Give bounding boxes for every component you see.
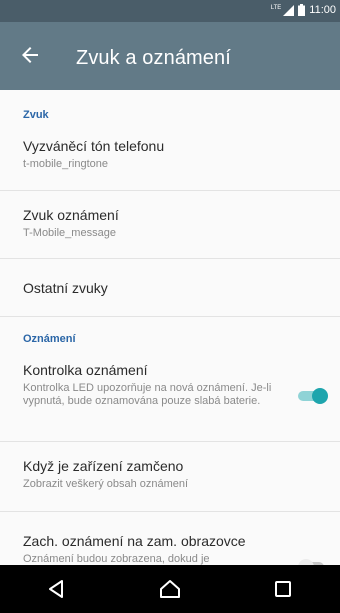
status-icons: LTE 11:00: [271, 4, 336, 16]
nav-home-button[interactable]: [140, 565, 200, 613]
network-type: LTE: [270, 5, 282, 11]
navigation-bar: [0, 565, 340, 613]
setting-other-sounds[interactable]: Ostatní zvuky: [23, 280, 323, 296]
battery-icon: [298, 4, 306, 16]
divider: [0, 316, 340, 317]
divider: [0, 511, 340, 512]
back-arrow-icon[interactable]: [18, 43, 42, 67]
setting-title: Zvuk oznámení: [23, 207, 119, 223]
keep-notifications-toggle[interactable]: [296, 558, 330, 565]
setting-subtitle: Zobrazit veškerý obsah oznámení: [23, 478, 189, 490]
home-icon: [159, 580, 180, 598]
setting-subtitle: Kontrolka LED upozorňuje na nová oznámen…: [23, 382, 272, 407]
settings-list[interactable]: Zvuk Vyzváněcí tón telefonu t-mobile_rin…: [0, 90, 340, 565]
setting-title: Vyzváněcí tón telefonu: [23, 138, 165, 154]
setting-subtitle: T-Mobile_message: [23, 227, 116, 239]
setting-title: Ostatní zvuky: [23, 280, 108, 296]
signal-icon: [283, 4, 295, 16]
nav-back-button[interactable]: [27, 565, 87, 613]
divider: [0, 258, 340, 259]
divider: [0, 190, 340, 191]
nav-recents-button[interactable]: [253, 565, 313, 613]
divider: [0, 441, 340, 442]
app-bar: Zvuk a oznámení: [0, 22, 340, 90]
page-title: Zvuk a oznámení: [76, 47, 231, 69]
section-header-oznameni: Oznámení: [23, 333, 76, 345]
status-bar: LTE 11:00: [0, 0, 340, 22]
recents-icon: [275, 581, 292, 597]
setting-title: Kontrolka oznámení: [23, 362, 148, 378]
setting-subtitle: t-mobile_ringtone: [23, 158, 108, 170]
setting-notification-light[interactable]: Kontrolka oznámení Kontrolka LED upozorň…: [23, 362, 273, 408]
setting-title: Když je zařízení zamčeno: [23, 458, 184, 474]
setting-subtitle: Oznámení budou zobrazena, dokud je: [23, 553, 210, 565]
section-header-zvuk: Zvuk: [23, 109, 49, 121]
notification-light-toggle[interactable]: [296, 387, 330, 405]
setting-title: Zach. oznámení na zam. obrazovce: [23, 533, 246, 549]
setting-when-locked[interactable]: Když je zařízení zamčeno Zobrazit vešker…: [23, 458, 323, 491]
clock: 11:00: [309, 4, 336, 16]
setting-notification-sound[interactable]: Zvuk oznámení T-Mobile_message: [23, 207, 323, 240]
setting-ringtone[interactable]: Vyzváněcí tón telefonu t-mobile_ringtone: [23, 138, 323, 171]
back-triangle-icon: [48, 580, 63, 598]
setting-keep-notifications-lockscreen[interactable]: Zach. oznámení na zam. obrazovce Oznámen…: [23, 533, 285, 565]
